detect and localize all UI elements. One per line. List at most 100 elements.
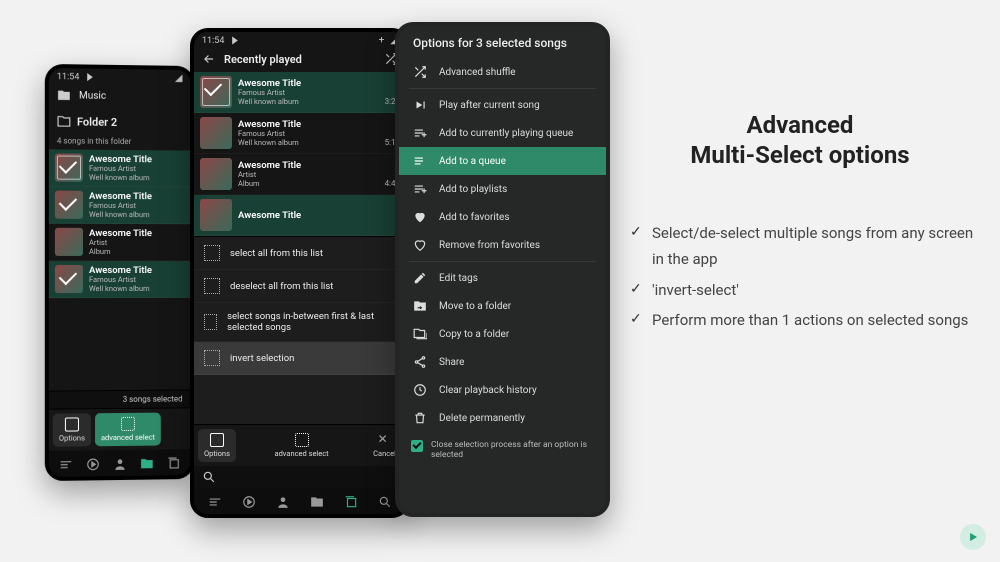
selection-actions: Options advanced select ✕Cancel	[194, 424, 406, 466]
album-art[interactable]	[200, 158, 232, 190]
album-art-selected[interactable]	[55, 191, 83, 219]
signal-icon: ◢	[175, 73, 183, 84]
edit-icon	[413, 271, 427, 285]
select-between-option[interactable]: select songs in-between first & last sel…	[194, 303, 406, 342]
song-row[interactable]: Awesome TitleFamous ArtistWell known alb…	[194, 113, 406, 154]
menu-item-move-folder[interactable]: Move to a folder	[399, 292, 606, 320]
queue-icon	[413, 154, 427, 168]
search-tab-icon[interactable]	[378, 494, 392, 508]
menu-item-clear-history[interactable]: Clear playback history	[399, 376, 606, 404]
song-row[interactable]: Awesome TitleFamous ArtistWell known alb…	[194, 72, 406, 113]
app-bar: Recently played	[194, 48, 406, 72]
folder-tab-icon[interactable]	[310, 494, 324, 508]
folder-outline-icon	[57, 114, 71, 128]
status-bar: 11:54 +◢	[194, 32, 406, 48]
album-art-selected[interactable]	[55, 265, 83, 293]
song-row[interactable]: Awesome Title	[194, 195, 406, 236]
marketing-copy: AdvancedMulti-Select options Select/de-s…	[620, 0, 990, 337]
song-row[interactable]: Awesome TitleArtistAlbum	[49, 224, 191, 261]
breadcrumb[interactable]: Music	[49, 84, 191, 110]
invert-icon	[204, 350, 220, 366]
advanced-select-button[interactable]: advanced select	[95, 413, 161, 447]
play-next-icon	[413, 98, 427, 112]
phone-recently-played: 11:54 +◢ Recently played Awesome TitleFa…	[190, 28, 410, 518]
deselect-all-icon	[204, 278, 220, 294]
song-row[interactable]: Awesome TitleFamous ArtistWell known alb…	[49, 149, 191, 187]
search-icon	[202, 470, 216, 484]
play-indicator-icon	[233, 37, 239, 45]
menu-item-add-current-queue[interactable]: Add to currently playing queue	[399, 119, 606, 147]
song-list: Awesome TitleFamous ArtistWell known alb…	[49, 149, 191, 390]
playlist-add-icon	[413, 182, 427, 196]
play-tab-icon[interactable]	[86, 456, 100, 470]
play-indicator-icon	[88, 73, 94, 81]
folder-copy-icon	[413, 327, 427, 341]
queue-tab-icon[interactable]	[59, 457, 73, 471]
queue-add-icon	[413, 126, 427, 140]
album-art-selected[interactable]	[200, 76, 232, 108]
back-icon[interactable]	[202, 52, 216, 66]
queue-tab-icon[interactable]	[208, 494, 222, 508]
feature-list: Select/de-select multiple songs from any…	[620, 220, 980, 333]
checkbox-checked-icon[interactable]	[411, 440, 423, 452]
headline: AdvancedMulti-Select options	[620, 110, 980, 170]
menu-item-remove-favorites[interactable]: Remove from favorites	[399, 231, 606, 259]
menu-item-share[interactable]: Share	[399, 348, 606, 376]
artist-tab-icon[interactable]	[113, 456, 127, 470]
song-list: Awesome TitleFamous ArtistWell known alb…	[194, 72, 406, 236]
clock: 11:54	[202, 36, 224, 46]
select-all-icon	[204, 245, 220, 261]
page-title: Recently played	[224, 53, 376, 66]
menu-item-add-playlists[interactable]: Add to playlists	[399, 175, 606, 203]
song-row[interactable]: Awesome TitleFamous ArtistWell known alb…	[49, 261, 191, 298]
bottom-nav	[194, 488, 406, 514]
play-tab-icon[interactable]	[242, 494, 256, 508]
phone-folder-view: 11:54 ◢ Music Folder 2 4 songs in this f…	[45, 64, 195, 481]
song-row[interactable]: Awesome TitleArtistAlbum4:49	[194, 154, 406, 195]
selection-actions: Options advanced select	[49, 407, 191, 451]
menu-footer-option[interactable]: Close selection process after an option …	[399, 432, 606, 468]
artist-tab-icon[interactable]	[276, 494, 290, 508]
select-between-icon	[204, 314, 217, 330]
breadcrumb-label: Music	[79, 90, 106, 101]
bottom-nav	[49, 449, 191, 477]
trash-icon	[413, 411, 427, 425]
search-bar[interactable]	[194, 466, 406, 488]
album-art[interactable]	[200, 117, 232, 149]
menu-item-copy-folder[interactable]: Copy to a folder	[399, 320, 606, 348]
menu-item-play-after[interactable]: Play after current song	[399, 91, 606, 119]
album-art[interactable]	[55, 228, 83, 256]
menu-item-advanced-shuffle[interactable]: Advanced shuffle	[399, 58, 606, 86]
selection-count: 3 songs selected	[123, 394, 187, 404]
shuffle-icon	[413, 65, 427, 79]
folder-icon	[57, 88, 71, 102]
share-icon	[413, 355, 427, 369]
heart-off-icon	[413, 238, 427, 252]
album-art[interactable]	[200, 199, 232, 231]
library-tab-icon[interactable]	[344, 494, 358, 508]
options-menu-panel: Options for 3 selected songs Advanced sh…	[395, 22, 610, 517]
invert-selection-option[interactable]: invert selection	[194, 342, 406, 375]
add-icon: +	[379, 35, 385, 46]
options-button[interactable]: Options	[198, 429, 236, 462]
feature-item: Perform more than 1 actions on selected …	[630, 307, 980, 333]
feature-item: Select/de-select multiple songs from any…	[630, 220, 980, 273]
menu-item-add-queue[interactable]: Add to a queue	[399, 147, 606, 175]
deselect-all-option[interactable]: deselect all from this list	[194, 270, 406, 303]
selection-toolbar: 3 songs selected	[49, 389, 191, 408]
folder-header[interactable]: Folder 2	[49, 108, 191, 135]
separator	[409, 261, 596, 262]
heart-icon	[413, 210, 427, 224]
menu-item-delete[interactable]: Delete permanently	[399, 404, 606, 432]
library-tab-icon[interactable]	[166, 455, 180, 469]
advanced-select-button[interactable]: advanced select	[268, 429, 334, 462]
menu-item-edit-tags[interactable]: Edit tags	[399, 264, 606, 292]
feature-item: 'invert-select'	[630, 277, 980, 303]
select-all-option[interactable]: select all from this list	[194, 237, 406, 270]
folder-tab-icon[interactable]	[140, 456, 154, 470]
clock: 11:54	[57, 72, 80, 82]
song-row[interactable]: Awesome TitleFamous ArtistWell known alb…	[49, 187, 191, 225]
menu-item-add-favorites[interactable]: Add to favorites	[399, 203, 606, 231]
options-button[interactable]: Options	[53, 413, 91, 447]
album-art-selected[interactable]	[55, 153, 83, 181]
